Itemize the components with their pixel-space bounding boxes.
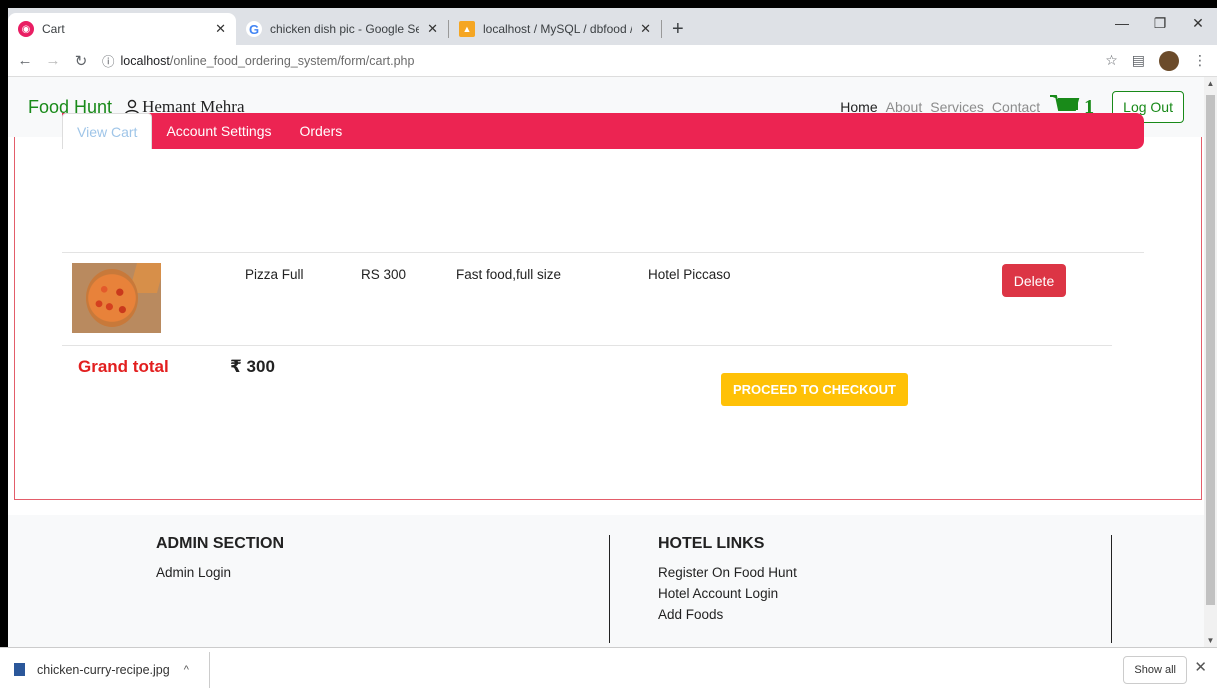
window-controls: — ❐ ✕ — [1103, 8, 1217, 38]
forward-icon[interactable]: → — [42, 52, 64, 69]
tab-title: Cart — [42, 22, 65, 36]
page-scrollbar[interactable]: ▲ ▼ — [1204, 77, 1217, 647]
browser-tab-phpmyadmin[interactable]: ▲ localhost / MySQL / dbfood / tba ✕ — [449, 13, 661, 45]
grand-total-value: ₹ 300 — [230, 357, 275, 376]
chevron-up-icon[interactable]: ^ — [184, 664, 189, 676]
footer-divider — [609, 535, 610, 643]
reload-icon[interactable]: ↻ — [70, 52, 92, 70]
browser-toolbar: ← → ↻ ⓘ localhost/online_food_ordering_s… — [8, 45, 1217, 77]
profile-avatar-icon[interactable] — [1159, 50, 1179, 71]
admin-heading: ADMIN SECTION — [156, 535, 284, 552]
close-tab-icon[interactable]: ✕ — [640, 21, 651, 37]
close-tab-icon[interactable]: ✕ — [215, 21, 226, 37]
scroll-down-icon[interactable]: ▼ — [1204, 636, 1217, 645]
menu-kebab-icon[interactable]: ⋮ — [1193, 52, 1207, 69]
url-path: /online_food_ordering_system/form/cart.p… — [169, 53, 415, 68]
divider — [62, 345, 1112, 346]
hotel-heading: HOTEL LINKS — [658, 535, 765, 552]
info-icon[interactable]: ⓘ — [102, 51, 115, 70]
tab-orders[interactable]: Orders — [286, 113, 357, 149]
hotel-login-link[interactable]: Hotel Account Login — [658, 583, 797, 604]
close-icon[interactable]: ✕ — [1194, 658, 1207, 676]
tab-title: localhost / MySQL / dbfood / tba — [483, 22, 632, 36]
new-tab-button[interactable]: + — [662, 18, 694, 45]
scrollbar-thumb[interactable] — [1206, 95, 1215, 605]
downloads-bar: chicken-curry-recipe.jpg ^ Show all ✕ — [0, 647, 1217, 691]
download-item[interactable]: chicken-curry-recipe.jpg ^ — [14, 651, 210, 688]
cart-container — [14, 137, 1202, 500]
admin-login-link[interactable]: Admin Login — [156, 562, 284, 583]
tab-account-settings[interactable]: Account Settings — [152, 113, 285, 149]
item-price: RS 300 — [361, 267, 407, 282]
item-description: Fast food,full size — [456, 267, 562, 282]
image-file-icon — [14, 663, 25, 676]
cart-favicon-icon: ◉ — [18, 21, 34, 37]
item-name: Pizza Full — [245, 267, 304, 282]
page-viewport: Food Hunt Hemant Mehra Home About Servic… — [8, 77, 1204, 647]
proceed-to-checkout-button[interactable]: PROCEED TO CHECKOUT — [721, 373, 908, 406]
browser-tab-cart[interactable]: ◉ Cart ✕ — [8, 13, 236, 45]
admin-section: ADMIN SECTION Admin Login — [156, 535, 284, 583]
divider — [62, 252, 1144, 253]
reading-list-icon[interactable]: ▤ — [1132, 52, 1145, 69]
browser-tab-google[interactable]: G chicken dish pic - Google Search ✕ — [236, 13, 448, 45]
phpmyadmin-icon: ▲ — [459, 21, 475, 37]
scroll-up-icon[interactable]: ▲ — [1204, 79, 1217, 88]
address-bar[interactable]: ⓘ localhost/online_food_ordering_system/… — [102, 48, 1105, 74]
site-footer: ADMIN SECTION Admin Login HOTEL LINKS Re… — [8, 515, 1204, 647]
account-tabs: View Cart Account Settings Orders — [62, 113, 1144, 149]
grand-total-label: Grand total — [78, 357, 169, 376]
add-foods-link[interactable]: Add Foods — [658, 604, 797, 625]
close-window-icon[interactable]: ✕ — [1179, 8, 1217, 38]
delete-item-button[interactable]: Delete — [1002, 264, 1066, 297]
browser-tabstrip: ◉ Cart ✕ G chicken dish pic - Google Sea… — [8, 8, 1217, 45]
bookmark-star-icon[interactable]: ☆ — [1105, 52, 1118, 69]
url-host: localhost — [120, 53, 170, 68]
minimize-icon[interactable]: — — [1103, 8, 1141, 38]
item-image-pizza — [72, 263, 161, 333]
tab-title: chicken dish pic - Google Search — [270, 22, 420, 36]
hotel-links-section: HOTEL LINKS Register On Food Hunt Hotel … — [658, 535, 797, 625]
restore-icon[interactable]: ❐ — [1141, 8, 1179, 38]
register-link[interactable]: Register On Food Hunt — [658, 562, 797, 583]
footer-divider — [1111, 535, 1112, 643]
back-icon[interactable]: ← — [14, 52, 36, 69]
item-hotel: Hotel Piccaso — [648, 267, 731, 282]
download-file-name: chicken-curry-recipe.jpg — [37, 662, 170, 677]
tab-view-cart[interactable]: View Cart — [62, 113, 153, 149]
show-all-button[interactable]: Show all — [1123, 656, 1187, 684]
google-icon: G — [246, 21, 262, 37]
close-tab-icon[interactable]: ✕ — [427, 21, 438, 37]
